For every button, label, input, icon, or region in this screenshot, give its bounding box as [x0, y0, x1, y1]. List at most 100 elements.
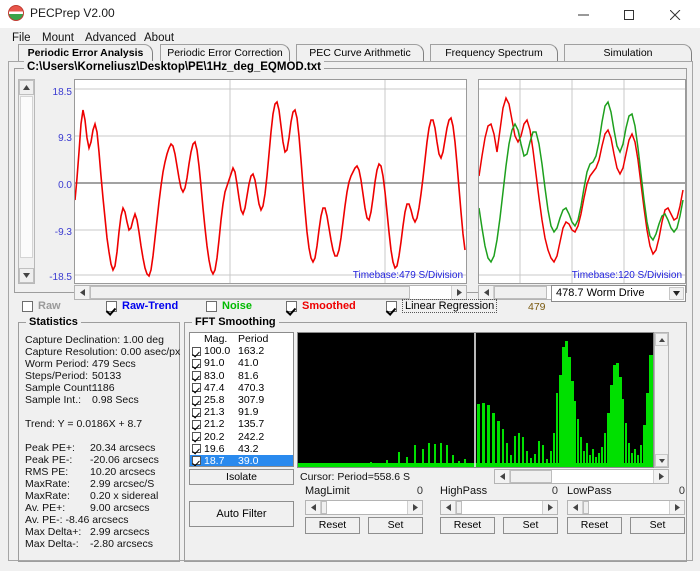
lowpass-set-button[interactable]: Set — [630, 517, 685, 534]
minimize-button[interactable] — [562, 0, 608, 28]
checkbox-noise[interactable]: Noise — [206, 298, 252, 314]
tab-pec-curve-arithmetic[interactable]: PEC Curve Arithmetic — [296, 44, 424, 62]
fft-item-checkbox[interactable] — [192, 358, 201, 368]
fft-component-list[interactable]: Mag. Period 100.0 163.2 91.0 41.0 83.0 81.6… — [189, 332, 294, 467]
linear-regression-checkbox-box[interactable] — [386, 300, 397, 312]
maglimit-value: 0 — [416, 485, 423, 497]
spectrum-scroll-left-icon[interactable] — [495, 470, 510, 483]
fft-list-item[interactable]: 100.0 163.2 — [190, 345, 293, 357]
fft-list-item[interactable]: 19.6 43.2 — [190, 443, 293, 455]
spectrum-vertical-scrollbar[interactable] — [654, 332, 669, 468]
tab-frequency-spectrum[interactable]: Frequency Spectrum — [430, 44, 558, 62]
smoothed-label: Smoothed — [302, 300, 356, 312]
fft-item-checkbox[interactable] — [192, 456, 201, 466]
close-button[interactable] — [654, 0, 700, 28]
y-tick-2: 0.0 — [58, 180, 72, 191]
fft-list-item-selected[interactable]: 18.7 39.0 — [190, 454, 293, 466]
scroll-down-icon[interactable] — [19, 268, 34, 283]
raw-trend-checkbox-box[interactable] — [106, 300, 117, 312]
y-axis-labels: 18.5 9.3 0.0 -9.3 -18.5 — [36, 79, 74, 284]
pe-graph-right[interactable]: Timebase:120 S/Division — [478, 79, 686, 284]
fft-item-checkbox[interactable] — [192, 444, 201, 454]
fft-list-item[interactable]: 21.3 91.9 — [190, 406, 293, 418]
spectrum-hscroll-track[interactable] — [510, 470, 653, 483]
checkbox-raw-trend[interactable]: Raw-Trend — [106, 298, 178, 314]
tab-periodic-error-correction[interactable]: Periodic Error Correction — [160, 44, 290, 62]
fft-item-checkbox[interactable] — [192, 371, 201, 381]
menu-file[interactable]: File — [8, 31, 35, 45]
cursor-period-label: Cursor: Period=558.6 S — [300, 471, 411, 483]
fft-item-mag: 91.0 — [204, 357, 225, 370]
spectrum-hscrollbar[interactable] — [494, 469, 669, 484]
fft-list-item[interactable]: 47.4 470.3 — [190, 382, 293, 394]
highpass-label: HighPass — [440, 485, 488, 497]
maglimit-track[interactable] — [321, 501, 407, 514]
maglimit-thumb[interactable] — [321, 501, 327, 514]
fft-list-item[interactable]: 25.8 307.9 — [190, 394, 293, 406]
smoothed-checkbox-box[interactable] — [286, 300, 297, 312]
highpass-dec-icon[interactable] — [441, 501, 456, 514]
lowpass-thumb[interactable] — [583, 501, 589, 514]
maglimit-slider[interactable] — [305, 500, 423, 515]
fft-item-checkbox[interactable] — [192, 383, 201, 393]
fft-list-item[interactable]: 21.2 135.7 — [190, 418, 293, 430]
auto-filter-button[interactable]: Auto Filter — [189, 501, 294, 527]
vertical-scroll-thumb[interactable] — [20, 96, 33, 258]
noise-checkbox-box[interactable] — [206, 300, 217, 312]
lowpass-inc-icon[interactable] — [669, 501, 684, 514]
graph-vertical-scrollbar[interactable] — [18, 79, 35, 284]
fft-item-checkbox[interactable] — [192, 346, 201, 356]
scroll-up-icon[interactable] — [19, 80, 34, 95]
highpass-set-button[interactable]: Set — [503, 517, 558, 534]
highpass-slider[interactable] — [440, 500, 558, 515]
fft-item-mag: 25.8 — [204, 394, 225, 407]
fft-item-period: 43.2 — [238, 442, 259, 455]
lowpass-track[interactable] — [583, 501, 669, 514]
tab-periodic-error-analysis[interactable]: Periodic Error Analysis — [18, 44, 153, 62]
highpass-inc-icon[interactable] — [542, 501, 557, 514]
stat-max-delta-plus-value: 2.99 arcsecs — [90, 526, 150, 538]
maglimit-reset-button[interactable]: Reset — [305, 517, 360, 534]
fft-list-item[interactable]: 83.0 81.6 — [190, 370, 293, 382]
fft-spectrum-display[interactable] — [297, 332, 654, 468]
spectrum-scroll-down-icon[interactable] — [655, 454, 668, 467]
maglimit-dec-icon[interactable] — [306, 501, 321, 514]
pe-graph-left[interactable]: Timebase:479 S/Division — [74, 79, 467, 284]
fft-item-mag: 83.0 — [204, 369, 225, 382]
maglimit-buttons: Reset Set — [305, 517, 423, 534]
noise-label: Noise — [222, 300, 252, 312]
highpass-buttons: Reset Set — [440, 517, 558, 534]
spectrum-scroll-right-icon[interactable] — [653, 470, 668, 483]
highpass-reset-button[interactable]: Reset — [440, 517, 495, 534]
highpass-track[interactable] — [456, 501, 542, 514]
menu-mount[interactable]: Mount — [38, 31, 78, 45]
fft-item-checkbox[interactable] — [192, 432, 201, 442]
isolate-button[interactable]: Isolate — [189, 469, 294, 485]
maximize-button[interactable] — [608, 0, 654, 28]
spectrum-hscroll-thumb[interactable] — [510, 470, 552, 483]
fft-item-period: 307.9 — [238, 394, 265, 407]
checkbox-smoothed[interactable]: Smoothed — [286, 298, 356, 314]
fft-list-item[interactable]: 20.2 242.2 — [190, 431, 293, 443]
fft-item-checkbox[interactable] — [192, 395, 201, 405]
fft-item-checkbox[interactable] — [192, 407, 201, 417]
tab-simulation[interactable]: Simulation — [564, 44, 692, 62]
raw-checkbox-box[interactable] — [22, 300, 33, 312]
group-border-left — [14, 68, 24, 69]
linear-regression-label: Linear Regression — [402, 299, 498, 313]
fft-item-mag: 21.3 — [204, 406, 225, 419]
stat-peak-pe-minus-label: Peak PE-: — [25, 454, 73, 466]
lowpass-slider[interactable] — [567, 500, 685, 515]
spectrum-scroll-up-icon[interactable] — [655, 333, 668, 346]
lowpass-reset-button[interactable]: Reset — [567, 517, 622, 534]
menu-about[interactable]: About — [140, 31, 178, 45]
lowpass-dec-icon[interactable] — [568, 501, 583, 514]
checkbox-linear-regression[interactable]: Linear Regression — [386, 298, 498, 314]
highpass-thumb[interactable] — [456, 501, 462, 514]
fft-item-checkbox[interactable] — [192, 419, 201, 429]
menu-advanced[interactable]: Advanced — [81, 31, 140, 45]
maglimit-inc-icon[interactable] — [407, 501, 422, 514]
checkbox-raw[interactable]: Raw — [22, 298, 61, 314]
maglimit-set-button[interactable]: Set — [368, 517, 423, 534]
fft-list-item[interactable]: 91.0 41.0 — [190, 357, 293, 369]
